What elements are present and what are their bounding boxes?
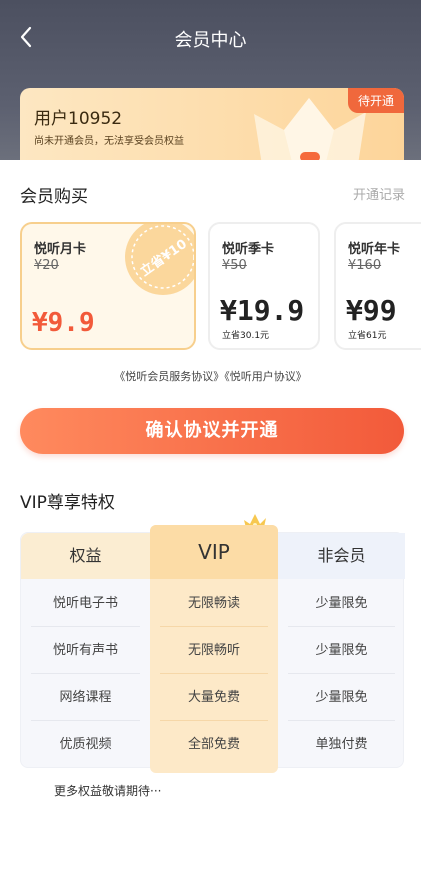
- status-badge: 待开通: [347, 88, 404, 113]
- service-agreement-link[interactable]: 《悦听会员服务协议》: [114, 370, 224, 383]
- plan-original-price: ¥160: [348, 258, 382, 273]
- table-cell: 少量限免: [278, 580, 405, 627]
- privileges-table: 权益 悦听电子书 悦听有声书 网络课程 优质视频 VIP 无限畅读 无限畅听 大…: [20, 525, 405, 773]
- plan-card-yearly[interactable]: 悦听年卡 ¥160 ¥99 立省61元: [334, 222, 421, 350]
- plan-savings: 立省61元: [348, 331, 387, 341]
- vip-column: VIP 无限畅读 无限畅听 大量免费 全部免费: [150, 525, 278, 773]
- plan-name: 悦听月卡: [34, 242, 87, 257]
- plan-savings: 立省30.1元: [222, 331, 270, 341]
- user-name: 用户10952: [34, 109, 123, 129]
- table-cell: 悦听有声书: [21, 627, 150, 674]
- plan-card-quarterly[interactable]: 悦听季卡 ¥50 ¥19.9 立省30.1元: [208, 222, 320, 350]
- purchase-records-link[interactable]: 开通记录: [353, 184, 405, 203]
- table-cell: 全部免费: [187, 737, 240, 752]
- table-cell: 优质视频: [59, 737, 112, 752]
- vip-column-header: VIP: [150, 525, 278, 579]
- agreement-links: 《悦听会员服务协议》《悦听用户协议》: [0, 368, 421, 384]
- privileges-section-title: VIP尊享特权: [20, 493, 115, 513]
- more-benefits-note: 更多权益敬请期待···: [54, 784, 162, 798]
- non-member-column: 非会员 少量限免 少量限免 少量限免 单独付费: [278, 533, 405, 767]
- plan-original-price: ¥20: [34, 258, 59, 273]
- member-status-description: 尚未开通会员，无法享受会员权益: [34, 136, 184, 147]
- non-member-column-header: 非会员: [278, 533, 405, 579]
- table-cell: 网络课程: [21, 674, 150, 721]
- table-cell: 少量限免: [278, 627, 405, 674]
- purchase-section-title: 会员购买: [20, 187, 88, 207]
- plan-price: ¥19.9: [220, 294, 305, 327]
- table-cell: 单独付费: [315, 737, 368, 752]
- user-agreement-link[interactable]: 《悦听用户协议》: [224, 370, 307, 383]
- plan-name: 悦听年卡: [348, 242, 401, 257]
- benefit-column-header: 权益: [21, 533, 150, 579]
- confirm-subscribe-button[interactable]: 确认协议并开通: [20, 408, 404, 454]
- plan-price: ¥99: [346, 294, 397, 327]
- table-cell: 无限畅听: [150, 627, 278, 674]
- plan-card-monthly[interactable]: 悦听月卡 ¥20 立省¥10 ¥9.9: [20, 222, 196, 350]
- page-title: 会员中心: [174, 30, 247, 51]
- table-cell: 少量限免: [278, 674, 405, 721]
- table-cell: 无限畅读: [150, 580, 278, 627]
- benefit-column: 权益 悦听电子书 悦听有声书 网络课程 优质视频: [21, 533, 150, 767]
- plan-price: ¥9.9: [32, 308, 95, 338]
- plan-original-price: ¥50: [222, 258, 247, 273]
- table-cell: 大量免费: [150, 674, 278, 721]
- table-cell: 悦听电子书: [21, 580, 150, 627]
- plan-name: 悦听季卡: [222, 242, 275, 257]
- discount-stamp-icon: 立省¥10: [125, 224, 194, 295]
